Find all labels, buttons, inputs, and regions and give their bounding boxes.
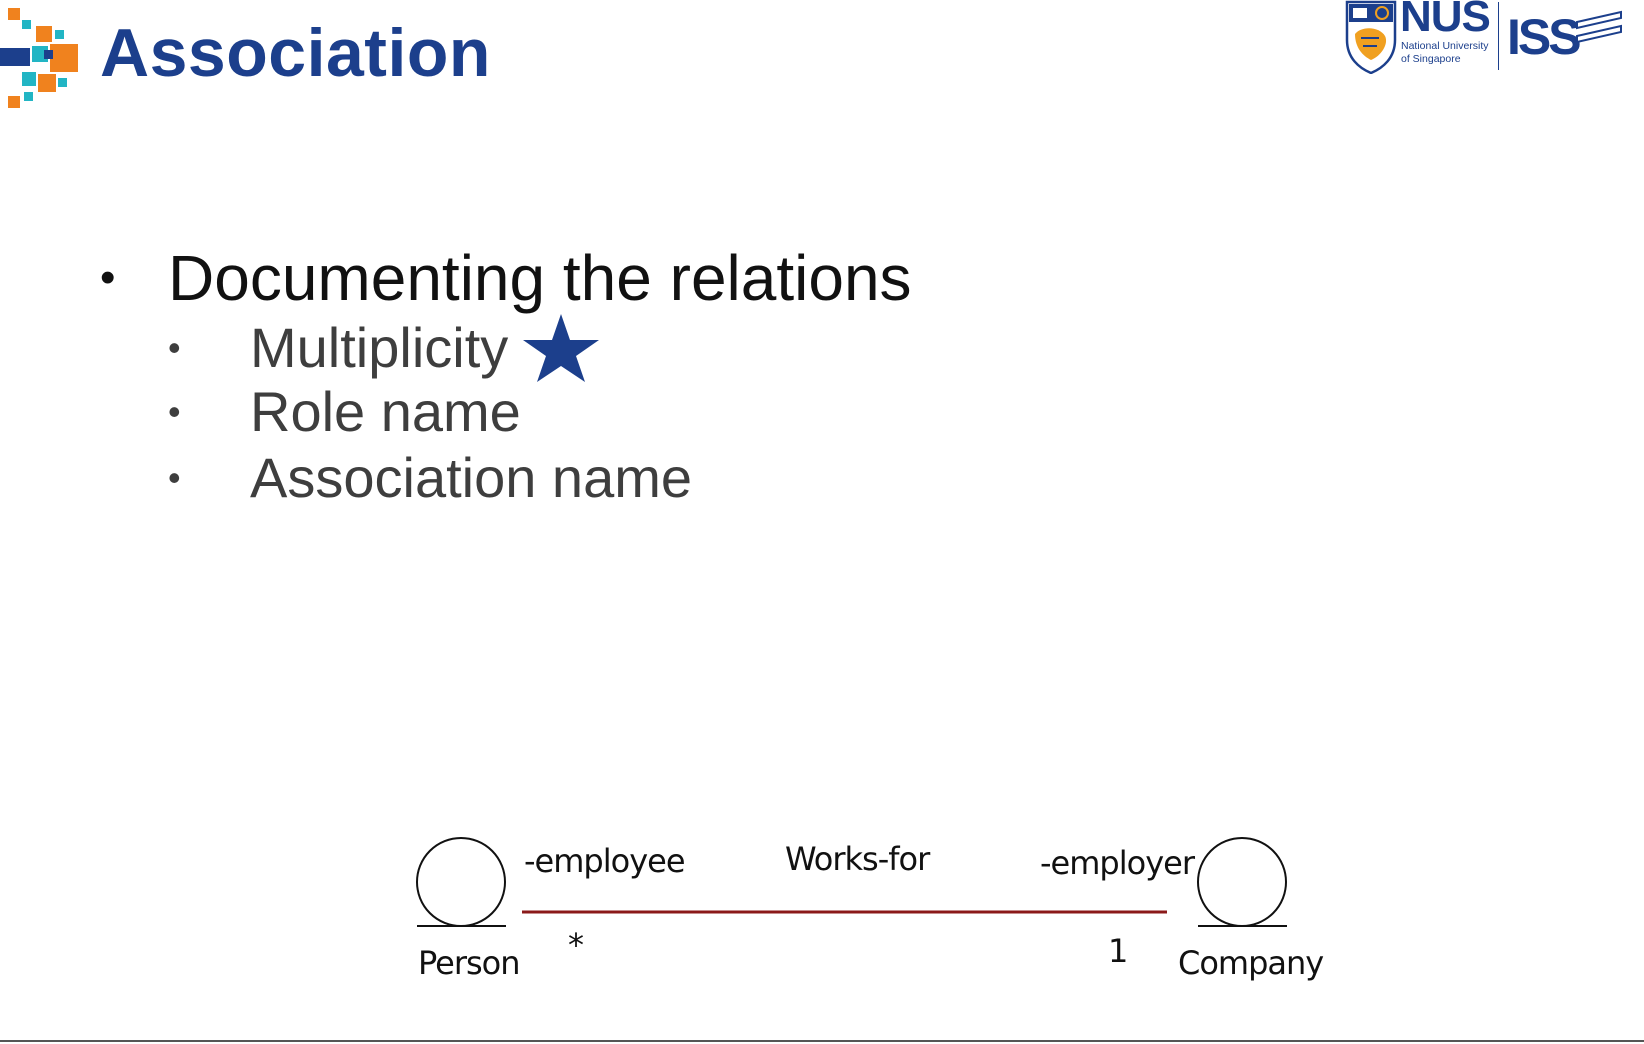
nus-crest-icon bbox=[1345, 0, 1397, 74]
slide-title: Association bbox=[100, 15, 491, 91]
nus-subtitle-line1: National University bbox=[1401, 40, 1489, 52]
sub-bullet-text: Association name bbox=[250, 446, 693, 509]
logo-group: NUS National University of Singapore ISS bbox=[1345, 0, 1625, 74]
association-name-label: Works-for bbox=[785, 840, 930, 878]
bullet-dot-icon: • bbox=[168, 327, 181, 368]
bottom-divider bbox=[0, 1040, 1644, 1042]
association-diagram: -employee Works-for -employer * 1 Person… bbox=[390, 820, 1340, 1000]
nus-wordmark: NUS bbox=[1400, 0, 1491, 41]
person-entity-icon bbox=[416, 837, 506, 927]
bullet-dot-icon: • bbox=[168, 391, 181, 432]
left-multiplicity-label: * bbox=[568, 926, 584, 964]
nus-subtitle-line2: of Singapore bbox=[1401, 53, 1461, 65]
sub-bullet-text: Multiplicity bbox=[250, 316, 509, 379]
right-role-label: -employer bbox=[1040, 844, 1195, 882]
right-multiplicity-label: 1 bbox=[1108, 932, 1128, 970]
company-entity-icon bbox=[1197, 837, 1287, 927]
person-class-label: Person bbox=[418, 944, 521, 982]
iss-logo: ISS bbox=[1507, 9, 1622, 60]
bullet-dot-icon: • bbox=[168, 457, 181, 498]
sub-bullet-item: • Multiplicity bbox=[168, 316, 868, 380]
sub-bullet-text: Role name bbox=[250, 380, 521, 443]
slide: Association NUS National University of S… bbox=[0, 0, 1644, 1044]
section-bullet-icon bbox=[0, 8, 78, 108]
star-icon bbox=[523, 314, 599, 382]
sub-bullet-item: • Association name bbox=[168, 446, 868, 510]
sub-bullet-item: • Role name bbox=[168, 380, 868, 444]
logo-divider bbox=[1498, 2, 1499, 70]
svg-text:ISS: ISS bbox=[1507, 9, 1580, 60]
bullet-text: Documenting the relations bbox=[168, 242, 912, 314]
nus-subtitle: National University of Singapore bbox=[1401, 40, 1501, 66]
company-class-label: Company bbox=[1178, 944, 1324, 982]
bullet-dot-icon: • bbox=[100, 253, 116, 302]
left-role-label: -employee bbox=[524, 842, 685, 880]
